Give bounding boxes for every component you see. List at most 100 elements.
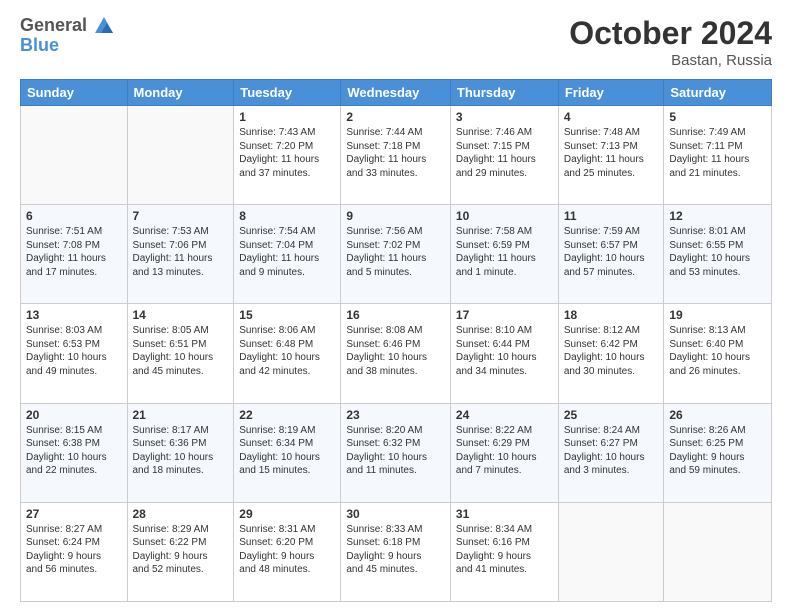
- day-info: Sunrise: 8:20 AM Sunset: 6:32 PM Dayligh…: [346, 424, 445, 478]
- day-cell: 2 Sunrise: 7:44 AM Sunset: 7:18 PM Daylig…: [341, 106, 451, 205]
- day-cell: 21Sunrise: 8:17 AM Sunset: 6:36 PM Dayli…: [127, 403, 234, 502]
- day-number: 3: [456, 110, 553, 124]
- day-number: 16: [346, 308, 445, 322]
- day-info: Sunrise: 7:58 AM Sunset: 6:59 PM Dayligh…: [456, 225, 553, 279]
- day-cell: 25Sunrise: 8:24 AM Sunset: 6:27 PM Dayli…: [558, 403, 664, 502]
- day-cell: 11 Sunrise: 7:59 AM Sunset: 6:57 PM Dayli…: [558, 205, 664, 304]
- weekday-header-saturday: Saturday: [664, 80, 772, 106]
- day-cell: [664, 502, 772, 601]
- day-number: 10: [456, 209, 553, 223]
- day-info: Sunrise: 8:19 AM Sunset: 6:34 PM Dayligh…: [239, 424, 335, 478]
- logo: General Blue: [20, 15, 115, 56]
- day-number: 5: [669, 110, 766, 124]
- day-number: 30: [346, 507, 445, 521]
- day-number: 26: [669, 408, 766, 422]
- day-info: Sunrise: 7:43 AM Sunset: 7:20 PM Dayligh…: [239, 126, 335, 180]
- day-info: Sunrise: 8:13 AM Sunset: 6:40 PM Dayligh…: [669, 324, 766, 378]
- logo-icon: [93, 15, 115, 37]
- day-info: Sunrise: 8:05 AM Sunset: 6:51 PM Dayligh…: [133, 324, 229, 378]
- day-cell: 27Sunrise: 8:27 AM Sunset: 6:24 PM Dayli…: [21, 502, 128, 601]
- day-info: Sunrise: 8:10 AM Sunset: 6:44 PM Dayligh…: [456, 324, 553, 378]
- day-number: 22: [239, 408, 335, 422]
- day-cell: 19 Sunrise: 8:13 AM Sunset: 6:40 PM Dayli…: [664, 304, 772, 403]
- day-cell: 16 Sunrise: 8:08 AM Sunset: 6:46 PM Dayli…: [341, 304, 451, 403]
- page: General Blue October 2024 Bastan, Russia…: [0, 0, 792, 612]
- weekday-header-monday: Monday: [127, 80, 234, 106]
- day-cell: 3 Sunrise: 7:46 AM Sunset: 7:15 PM Daylig…: [450, 106, 558, 205]
- day-info: Sunrise: 7:44 AM Sunset: 7:18 PM Dayligh…: [346, 126, 445, 180]
- day-number: 27: [26, 507, 122, 521]
- weekday-header-tuesday: Tuesday: [234, 80, 341, 106]
- weekday-header-row: SundayMondayTuesdayWednesdayThursdayFrid…: [21, 80, 772, 106]
- day-info: Sunrise: 8:34 AM Sunset: 6:16 PM Dayligh…: [456, 523, 553, 577]
- week-row-2: 6 Sunrise: 7:51 AM Sunset: 7:08 PM Daylig…: [21, 205, 772, 304]
- day-number: 15: [239, 308, 335, 322]
- day-info: Sunrise: 8:17 AM Sunset: 6:36 PM Dayligh…: [133, 424, 229, 478]
- day-info: Sunrise: 8:26 AM Sunset: 6:25 PM Dayligh…: [669, 424, 766, 478]
- day-number: 7: [133, 209, 229, 223]
- day-cell: [21, 106, 128, 205]
- day-info: Sunrise: 7:46 AM Sunset: 7:15 PM Dayligh…: [456, 126, 553, 180]
- header: General Blue October 2024 Bastan, Russia: [20, 15, 772, 69]
- day-cell: 28Sunrise: 8:29 AM Sunset: 6:22 PM Dayli…: [127, 502, 234, 601]
- day-number: 17: [456, 308, 553, 322]
- day-info: Sunrise: 8:22 AM Sunset: 6:29 PM Dayligh…: [456, 424, 553, 478]
- week-row-1: 1 Sunrise: 7:43 AM Sunset: 7:20 PM Daylig…: [21, 106, 772, 205]
- day-number: 11: [564, 209, 659, 223]
- day-cell: 23Sunrise: 8:20 AM Sunset: 6:32 PM Dayli…: [341, 403, 451, 502]
- day-info: Sunrise: 8:15 AM Sunset: 6:38 PM Dayligh…: [26, 424, 122, 478]
- day-cell: 12 Sunrise: 8:01 AM Sunset: 6:55 PM Dayli…: [664, 205, 772, 304]
- day-info: Sunrise: 8:03 AM Sunset: 6:53 PM Dayligh…: [26, 324, 122, 378]
- day-info: Sunrise: 7:49 AM Sunset: 7:11 PM Dayligh…: [669, 126, 766, 180]
- day-number: 29: [239, 507, 335, 521]
- location: Bastan, Russia: [569, 52, 772, 69]
- day-number: 12: [669, 209, 766, 223]
- day-cell: 18 Sunrise: 8:12 AM Sunset: 6:42 PM Dayli…: [558, 304, 664, 403]
- logo-general: General: [20, 15, 87, 35]
- day-cell: 6 Sunrise: 7:51 AM Sunset: 7:08 PM Daylig…: [21, 205, 128, 304]
- day-info: Sunrise: 7:54 AM Sunset: 7:04 PM Dayligh…: [239, 225, 335, 279]
- weekday-header-sunday: Sunday: [21, 80, 128, 106]
- day-number: 13: [26, 308, 122, 322]
- day-cell: 4Sunrise: 7:48 AM Sunset: 7:13 PM Daylig…: [558, 106, 664, 205]
- day-info: Sunrise: 7:59 AM Sunset: 6:57 PM Dayligh…: [564, 225, 659, 279]
- day-info: Sunrise: 7:56 AM Sunset: 7:02 PM Dayligh…: [346, 225, 445, 279]
- day-info: Sunrise: 7:53 AM Sunset: 7:06 PM Dayligh…: [133, 225, 229, 279]
- day-info: Sunrise: 8:12 AM Sunset: 6:42 PM Dayligh…: [564, 324, 659, 378]
- week-row-3: 13 Sunrise: 8:03 AM Sunset: 6:53 PM Dayli…: [21, 304, 772, 403]
- day-number: 2: [346, 110, 445, 124]
- day-cell: 13 Sunrise: 8:03 AM Sunset: 6:53 PM Dayli…: [21, 304, 128, 403]
- day-cell: [127, 106, 234, 205]
- day-info: Sunrise: 8:29 AM Sunset: 6:22 PM Dayligh…: [133, 523, 229, 577]
- day-number: 24: [456, 408, 553, 422]
- weekday-header-thursday: Thursday: [450, 80, 558, 106]
- day-info: Sunrise: 8:33 AM Sunset: 6:18 PM Dayligh…: [346, 523, 445, 577]
- day-info: Sunrise: 8:06 AM Sunset: 6:48 PM Dayligh…: [239, 324, 335, 378]
- day-cell: 10 Sunrise: 7:58 AM Sunset: 6:59 PM Dayli…: [450, 205, 558, 304]
- day-number: 18: [564, 308, 659, 322]
- day-cell: 5 Sunrise: 7:49 AM Sunset: 7:11 PM Daylig…: [664, 106, 772, 205]
- day-number: 6: [26, 209, 122, 223]
- day-number: 19: [669, 308, 766, 322]
- week-row-5: 27Sunrise: 8:27 AM Sunset: 6:24 PM Dayli…: [21, 502, 772, 601]
- day-info: Sunrise: 7:51 AM Sunset: 7:08 PM Dayligh…: [26, 225, 122, 279]
- day-cell: 1 Sunrise: 7:43 AM Sunset: 7:20 PM Daylig…: [234, 106, 341, 205]
- day-cell: 15 Sunrise: 8:06 AM Sunset: 6:48 PM Dayli…: [234, 304, 341, 403]
- day-cell: 7 Sunrise: 7:53 AM Sunset: 7:06 PM Daylig…: [127, 205, 234, 304]
- day-cell: 14Sunrise: 8:05 AM Sunset: 6:51 PM Dayli…: [127, 304, 234, 403]
- weekday-header-friday: Friday: [558, 80, 664, 106]
- calendar-table: SundayMondayTuesdayWednesdayThursdayFrid…: [20, 79, 772, 602]
- day-number: 9: [346, 209, 445, 223]
- day-number: 20: [26, 408, 122, 422]
- weekday-header-wednesday: Wednesday: [341, 80, 451, 106]
- day-number: 4: [564, 110, 659, 124]
- day-cell: 29Sunrise: 8:31 AM Sunset: 6:20 PM Dayli…: [234, 502, 341, 601]
- day-info: Sunrise: 8:01 AM Sunset: 6:55 PM Dayligh…: [669, 225, 766, 279]
- day-info: Sunrise: 8:08 AM Sunset: 6:46 PM Dayligh…: [346, 324, 445, 378]
- day-number: 1: [239, 110, 335, 124]
- day-cell: 24 Sunrise: 8:22 AM Sunset: 6:29 PM Dayli…: [450, 403, 558, 502]
- week-row-4: 20 Sunrise: 8:15 AM Sunset: 6:38 PM Dayli…: [21, 403, 772, 502]
- day-cell: 31Sunrise: 8:34 AM Sunset: 6:16 PM Dayli…: [450, 502, 558, 601]
- day-cell: 17 Sunrise: 8:10 AM Sunset: 6:44 PM Dayli…: [450, 304, 558, 403]
- day-cell: 8Sunrise: 7:54 AM Sunset: 7:04 PM Daylig…: [234, 205, 341, 304]
